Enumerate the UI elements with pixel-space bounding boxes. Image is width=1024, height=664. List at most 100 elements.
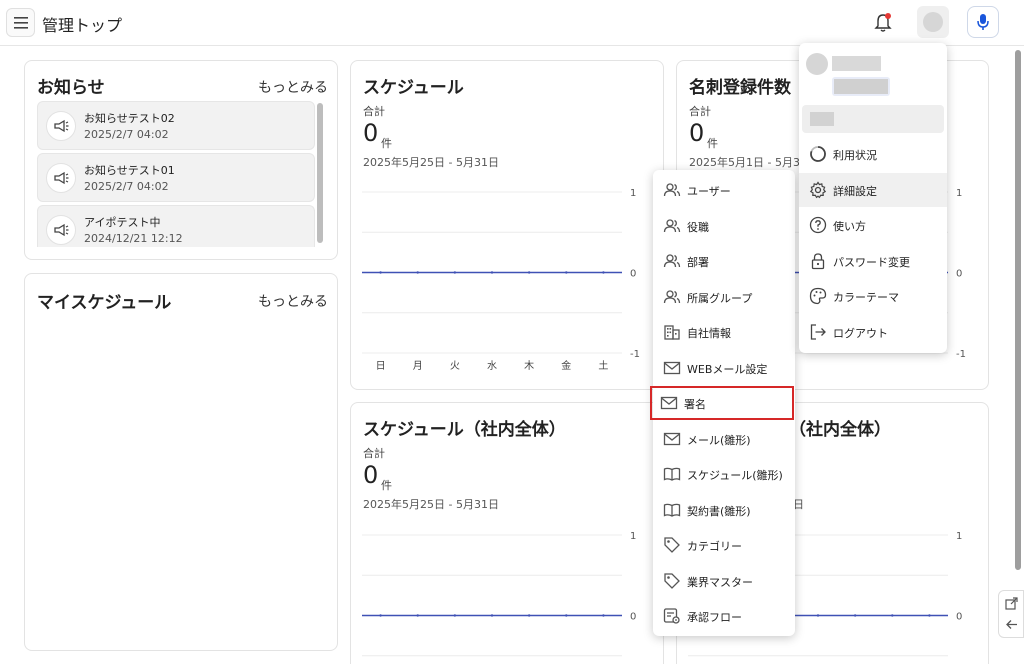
news-item-date: 2025/2/7 04:02 — [84, 128, 169, 141]
settings-menu-item[interactable]: 部署 — [653, 244, 795, 278]
page-title: 管理トップ — [42, 16, 123, 35]
lock-icon — [809, 252, 827, 270]
business-card-all-title: （社内全体） — [789, 420, 891, 440]
user-menu-item-label: ログアウト — [833, 326, 888, 340]
schedule-count: 0 — [363, 119, 379, 147]
mail-icon — [660, 394, 678, 412]
company-selector[interactable] — [802, 105, 944, 133]
settings-menu-item-label: 契約書(雛形) — [687, 504, 751, 518]
microphone-icon — [977, 14, 989, 30]
users-icon — [663, 288, 681, 306]
user-menu-item-label: 使い方 — [833, 220, 866, 233]
schedule-unit: 件 — [381, 137, 392, 150]
news-item-title: お知らせテスト02 — [84, 112, 175, 125]
settings-menu-item[interactable]: WEBメール設定 — [653, 351, 795, 385]
settings-menu-item[interactable]: 署名 — [650, 386, 794, 420]
settings-menu-item[interactable]: 役職 — [653, 209, 795, 243]
user-menu-item-label: パスワード変更 — [833, 255, 910, 269]
user-avatar-button[interactable] — [917, 6, 949, 38]
my-schedule-title: マイスケジュール — [37, 293, 172, 313]
settings-menu-item[interactable]: 所属グループ — [653, 280, 795, 314]
news-item[interactable]: お知らせテスト02 2025/2/7 04:02 — [37, 101, 315, 150]
my-schedule-more-link[interactable]: もっとみる — [258, 291, 328, 311]
settings-menu-item-label: 業界マスター — [687, 575, 753, 589]
user-menu-item-label: 利用状況 — [833, 149, 877, 162]
schedule-title: スケジュール — [363, 78, 464, 98]
help-icon — [809, 216, 827, 234]
tag-icon — [663, 536, 681, 554]
user-menu: 利用状況詳細設定使い方パスワード変更 カラーテーマ ログアウト — [799, 43, 947, 353]
settings-menu-item-label: 署名 — [684, 398, 706, 411]
schedule-all-title: スケジュール（社内全体） — [363, 420, 566, 440]
mail-icon — [663, 430, 681, 448]
external-link-icon[interactable] — [1005, 597, 1018, 610]
settings-menu: ユーザー役職部署所属グループ自社情報 WEBメール設定 署名メール(雛形) スケジュー… — [650, 170, 795, 636]
logout-icon — [809, 323, 827, 341]
arrow-left-icon[interactable] — [1005, 618, 1018, 631]
hamburger-menu-button[interactable] — [6, 8, 35, 37]
user-menu-item[interactable]: パスワード変更 — [799, 244, 947, 278]
user-name-placeholder — [832, 56, 881, 71]
user-menu-item[interactable]: カラーテーマ — [799, 279, 947, 313]
user-menu-item[interactable]: ログアウト — [799, 315, 947, 349]
voice-input-button[interactable] — [967, 6, 999, 38]
user-role-badge — [832, 77, 890, 96]
users-icon — [663, 181, 681, 199]
notification-bell-icon[interactable] — [873, 12, 893, 34]
schedule-sum-label: 合計 — [363, 105, 385, 118]
usage-icon — [809, 145, 827, 163]
schedule-all-card: スケジュール（社内全体） 合計 0 件 2025年5月25日 - 5月31日 — [350, 402, 664, 664]
user-menu-item-label: 詳細設定 — [833, 184, 877, 198]
news-item[interactable]: お知らせテスト01 2025/2/7 04:02 — [37, 153, 315, 202]
settings-menu-item-label: 部署 — [687, 256, 709, 269]
settings-menu-item[interactable]: メール(雛形) — [653, 422, 795, 456]
gear-icon — [809, 180, 827, 199]
book-icon — [663, 465, 681, 483]
users-icon — [663, 252, 681, 270]
avatar — [923, 12, 943, 32]
business-card-unit: 件 — [707, 137, 718, 150]
user-menu-item[interactable]: 使い方 — [799, 208, 947, 242]
settings-menu-item[interactable]: カテゴリー — [653, 528, 795, 562]
news-more-link[interactable]: もっとみる — [258, 77, 328, 97]
news-card: お知らせ もっとみる お知らせテスト02 2025/2/7 04:02 お知らせ… — [24, 60, 338, 260]
settings-menu-item[interactable]: ユーザー — [653, 173, 795, 207]
schedule-all-range: 2025年5月25日 - 5月31日 — [363, 498, 499, 511]
users-icon — [663, 217, 681, 235]
news-scrollbar[interactable] — [317, 103, 323, 243]
settings-menu-item-label: ユーザー — [687, 185, 731, 198]
user-menu-avatar — [806, 53, 828, 75]
megaphone-icon — [46, 163, 76, 193]
settings-menu-item[interactable]: 承認フロー — [653, 599, 795, 633]
settings-menu-item-label: メール(雛形) — [687, 433, 751, 447]
side-toolbar — [998, 590, 1024, 638]
settings-menu-item[interactable]: 契約書(雛形) — [653, 493, 795, 527]
user-menu-item-label: カラーテーマ — [833, 291, 899, 304]
app-header: 管理トップ — [0, 0, 1024, 46]
notification-dot — [885, 13, 891, 19]
settings-menu-item-label: 承認フロー — [687, 611, 742, 624]
mail-icon — [663, 359, 681, 377]
palette-icon — [809, 287, 827, 305]
book-icon — [663, 501, 681, 519]
news-item-date: 2025/2/7 04:02 — [84, 180, 169, 193]
business-card-count: 0 — [689, 119, 705, 147]
news-item[interactable]: アイポテスト中 2024/12/21 12:12 — [37, 205, 315, 247]
page-scrollbar[interactable] — [1015, 50, 1021, 570]
user-menu-item[interactable]: 利用状況 — [799, 137, 947, 171]
megaphone-icon — [46, 111, 76, 141]
settings-menu-item-label: 役職 — [687, 220, 709, 234]
workflow-icon — [663, 607, 681, 625]
building-icon — [663, 323, 681, 341]
settings-menu-item-label: 自社情報 — [687, 327, 731, 340]
user-menu-item[interactable]: 詳細設定 — [799, 172, 947, 207]
schedule-range: 2025年5月25日 - 5月31日 — [363, 156, 499, 169]
settings-menu-item-label: カテゴリー — [687, 540, 742, 553]
settings-menu-item[interactable]: スケジュール(雛形) — [653, 457, 795, 491]
settings-menu-item-label: スケジュール(雛形) — [687, 469, 783, 482]
settings-menu-item[interactable]: 自社情報 — [653, 315, 795, 349]
settings-menu-item[interactable]: 業界マスター — [653, 564, 795, 598]
business-card-sum-label: 合計 — [689, 105, 711, 118]
news-item-date: 2024/12/21 12:12 — [84, 232, 183, 245]
settings-menu-item-label: WEBメール設定 — [687, 362, 768, 376]
